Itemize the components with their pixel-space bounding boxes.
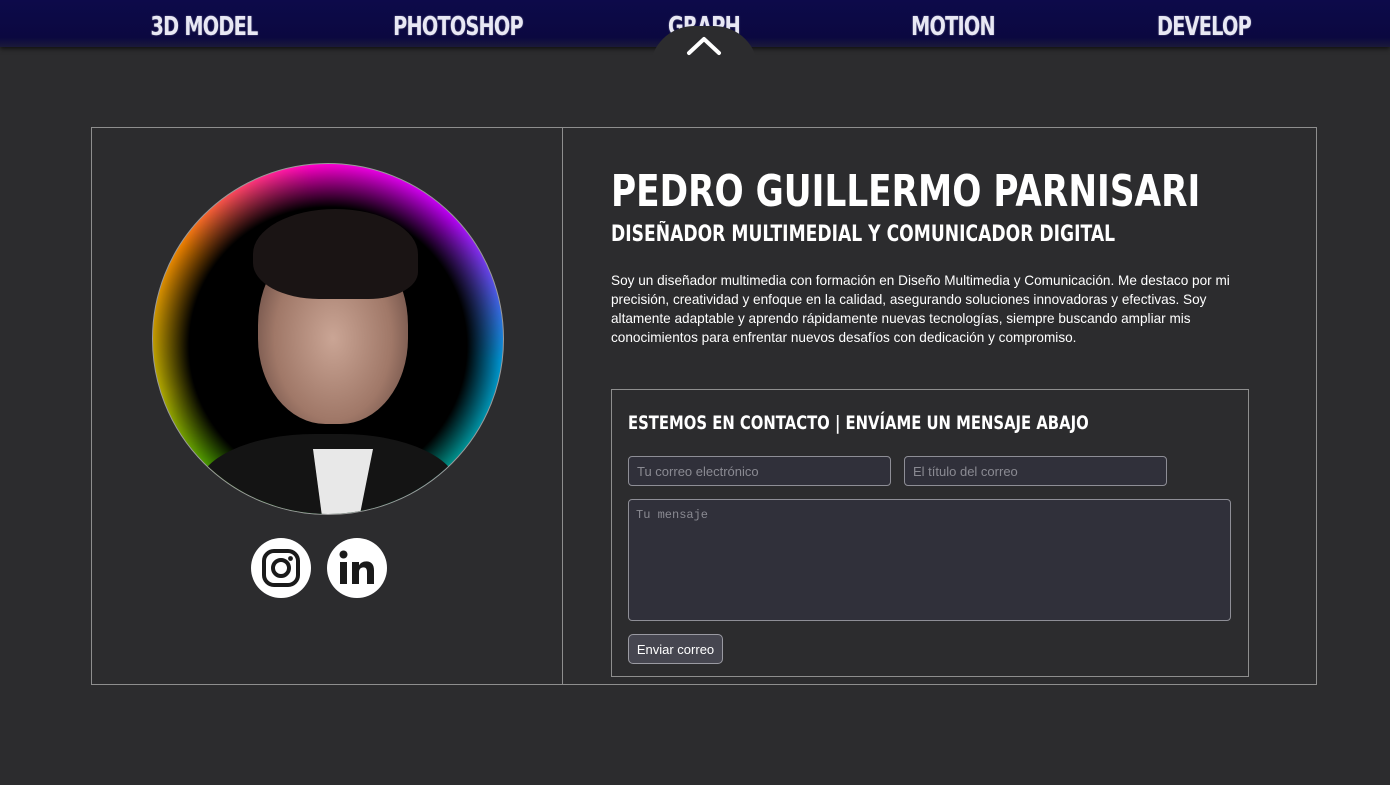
portrait-hair (253, 209, 418, 299)
nav-item-motion[interactable]: MOTION (879, 12, 1027, 46)
profile-card: PEDRO GUILLERMO PARNISARI DISEÑADOR MULT… (91, 127, 1317, 685)
subject-field[interactable] (904, 456, 1167, 486)
send-email-button[interactable]: Enviar correo (628, 634, 723, 664)
linkedin-link[interactable] (327, 538, 387, 598)
nav-item-develop[interactable]: DEVELOP (1130, 12, 1278, 46)
profile-bio: Soy un diseñador multimedia con formació… (611, 273, 1230, 345)
contact-form: ESTEMOS EN CONTACTO | ENVÍAME UN MENSAJE… (611, 389, 1249, 677)
instagram-icon (262, 549, 300, 587)
nav-item-3d-model[interactable]: 3D MODEL (130, 12, 278, 46)
message-field[interactable] (628, 499, 1231, 621)
nav-item-photoshop[interactable]: PHOTOSHOP (384, 12, 532, 46)
instagram-link[interactable] (251, 538, 311, 598)
email-field[interactable] (628, 456, 891, 486)
profile-name: PEDRO GUILLERMO PARNISARI (611, 166, 1201, 217)
chevron-up-icon[interactable] (686, 34, 722, 56)
linkedin-icon (339, 550, 374, 584)
profile-photo (152, 163, 504, 515)
contact-title: ESTEMOS EN CONTACTO | ENVÍAME UN MENSAJE… (628, 412, 1089, 434)
profile-role: DISEÑADOR MULTIMEDIAL Y COMUNICADOR DIGI… (611, 222, 1116, 247)
card-divider (562, 128, 563, 684)
